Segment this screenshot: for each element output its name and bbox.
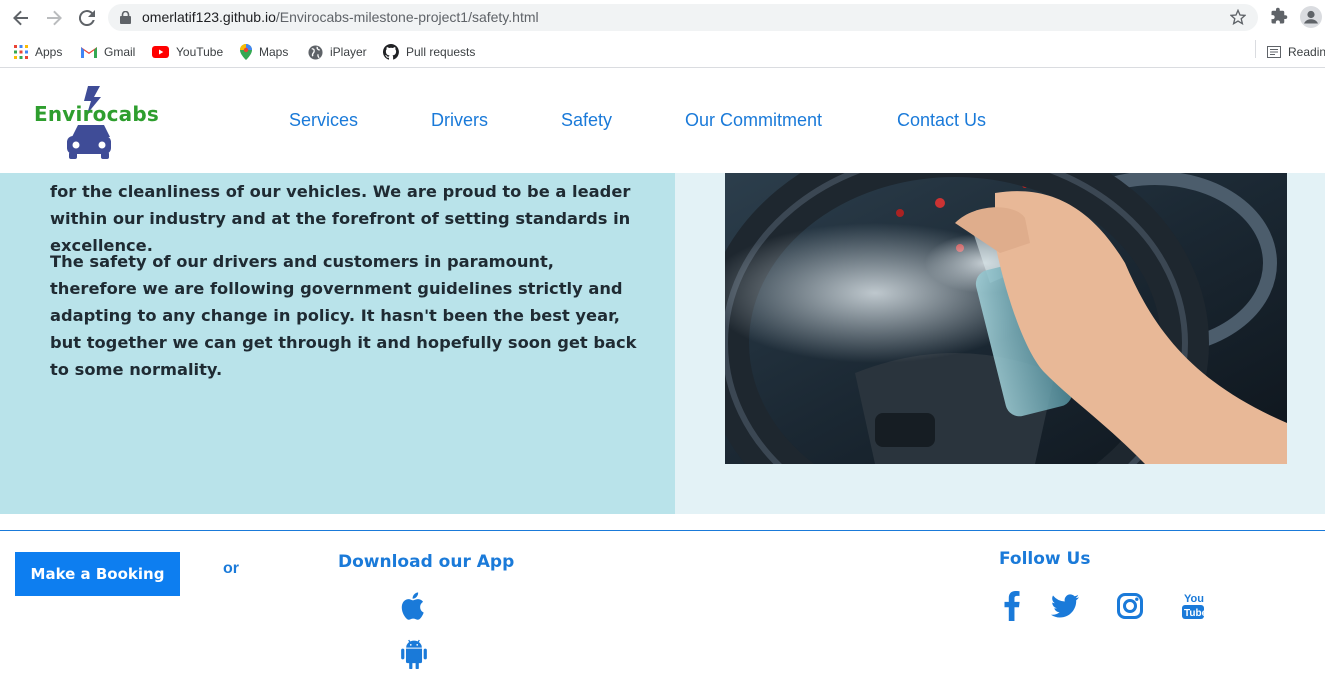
twitter-icon[interactable] — [1050, 590, 1080, 622]
bookmark-label: Gmail — [104, 45, 136, 59]
bookmark-label: Pull requests — [406, 45, 476, 59]
forward-arrow-icon — [47, 10, 62, 26]
reload-icon — [79, 10, 95, 26]
url-text: omerlatif123.github.io/Envirocabs-milest… — [142, 9, 539, 25]
lock-icon — [120, 11, 131, 24]
make-booking-button[interactable]: Make a Booking — [15, 552, 180, 596]
reading-list-icon — [1267, 46, 1281, 58]
android-icon[interactable] — [400, 638, 428, 670]
youtube-icon[interactable]: You Tube — [1178, 590, 1208, 622]
apple-icon[interactable] — [398, 590, 426, 622]
gmail-icon — [81, 46, 97, 58]
bookmark-label: iPlayer — [330, 45, 367, 59]
instagram-icon[interactable] — [1115, 590, 1145, 622]
bookmark-label: Apps — [35, 45, 63, 59]
globe-icon — [308, 44, 323, 60]
url-host: omerlatif123.github.io — [142, 9, 276, 25]
nav-contact-us[interactable]: Contact Us — [897, 110, 986, 131]
reload-button[interactable] — [76, 7, 98, 29]
envirocabs-logo[interactable]: Envirocabs — [32, 84, 159, 162]
nav-our-commitment[interactable]: Our Commitment — [685, 110, 822, 131]
bookmark-star-icon[interactable] — [1230, 9, 1246, 25]
safety-section: for the cleanliness of our vehicles. We … — [0, 173, 1325, 514]
or-text: or — [223, 560, 239, 577]
follow-us-title: Follow Us — [999, 549, 1091, 569]
site-header: Envirocabs Services Drivers Safety Our C… — [0, 68, 1325, 173]
reading-list-label: Readin — [1288, 45, 1325, 59]
bookmarks-bar: Apps Gmail YouTube Maps iPlayer Pull req… — [0, 36, 1325, 68]
sanitizing-steering-wheel-photo — [725, 173, 1287, 464]
bookmark-iplayer[interactable]: iPlayer — [308, 42, 367, 62]
safety-paragraph-2: The safety of our drivers and customers … — [50, 252, 637, 379]
bookmark-label: YouTube — [176, 45, 224, 59]
back-arrow-icon — [13, 10, 28, 26]
nav-drivers[interactable]: Drivers — [431, 110, 488, 131]
bookmarks-divider — [1255, 40, 1256, 58]
bookmark-youtube[interactable]: YouTube — [152, 42, 223, 62]
url-path: /Envirocabs-milestone-project1/safety.ht… — [275, 9, 539, 25]
bookmark-apps[interactable]: Apps — [14, 42, 62, 62]
github-icon — [383, 44, 399, 60]
apps-grid-icon — [14, 45, 28, 59]
bookmark-pull-requests[interactable]: Pull requests — [383, 42, 475, 62]
footer-divider — [0, 530, 1325, 531]
reading-list[interactable]: Readin — [1267, 42, 1325, 62]
svg-text:Tube: Tube — [1184, 608, 1206, 619]
youtube-icon — [152, 46, 169, 58]
safety-text-panel: for the cleanliness of our vehicles. We … — [0, 173, 675, 514]
bookmark-maps[interactable]: Maps — [240, 42, 288, 62]
puzzle-icon — [1271, 7, 1288, 24]
address-bar[interactable]: omerlatif123.github.io/Envirocabs-milest… — [108, 4, 1258, 31]
svg-text:You: You — [1184, 593, 1204, 605]
profile-avatar-icon — [1300, 6, 1322, 28]
browser-toolbar: omerlatif123.github.io/Envirocabs-milest… — [0, 0, 1325, 36]
bookmark-gmail[interactable]: Gmail — [81, 42, 135, 62]
extensions-button[interactable] — [1270, 7, 1288, 30]
bookmark-label: Maps — [259, 45, 289, 59]
maps-pin-icon — [240, 44, 252, 60]
nav-safety[interactable]: Safety — [561, 110, 612, 131]
back-button[interactable] — [10, 7, 32, 29]
safety-image-panel — [675, 173, 1325, 514]
safety-paragraph-1: for the cleanliness of our vehicles. We … — [50, 182, 631, 255]
nav-services[interactable]: Services — [289, 110, 358, 131]
logo-text: Envirocabs — [34, 102, 159, 126]
profile-button[interactable] — [1300, 6, 1322, 33]
facebook-icon[interactable] — [1000, 590, 1024, 622]
forward-button[interactable] — [43, 7, 65, 29]
download-app-title: Download our App — [338, 552, 515, 572]
